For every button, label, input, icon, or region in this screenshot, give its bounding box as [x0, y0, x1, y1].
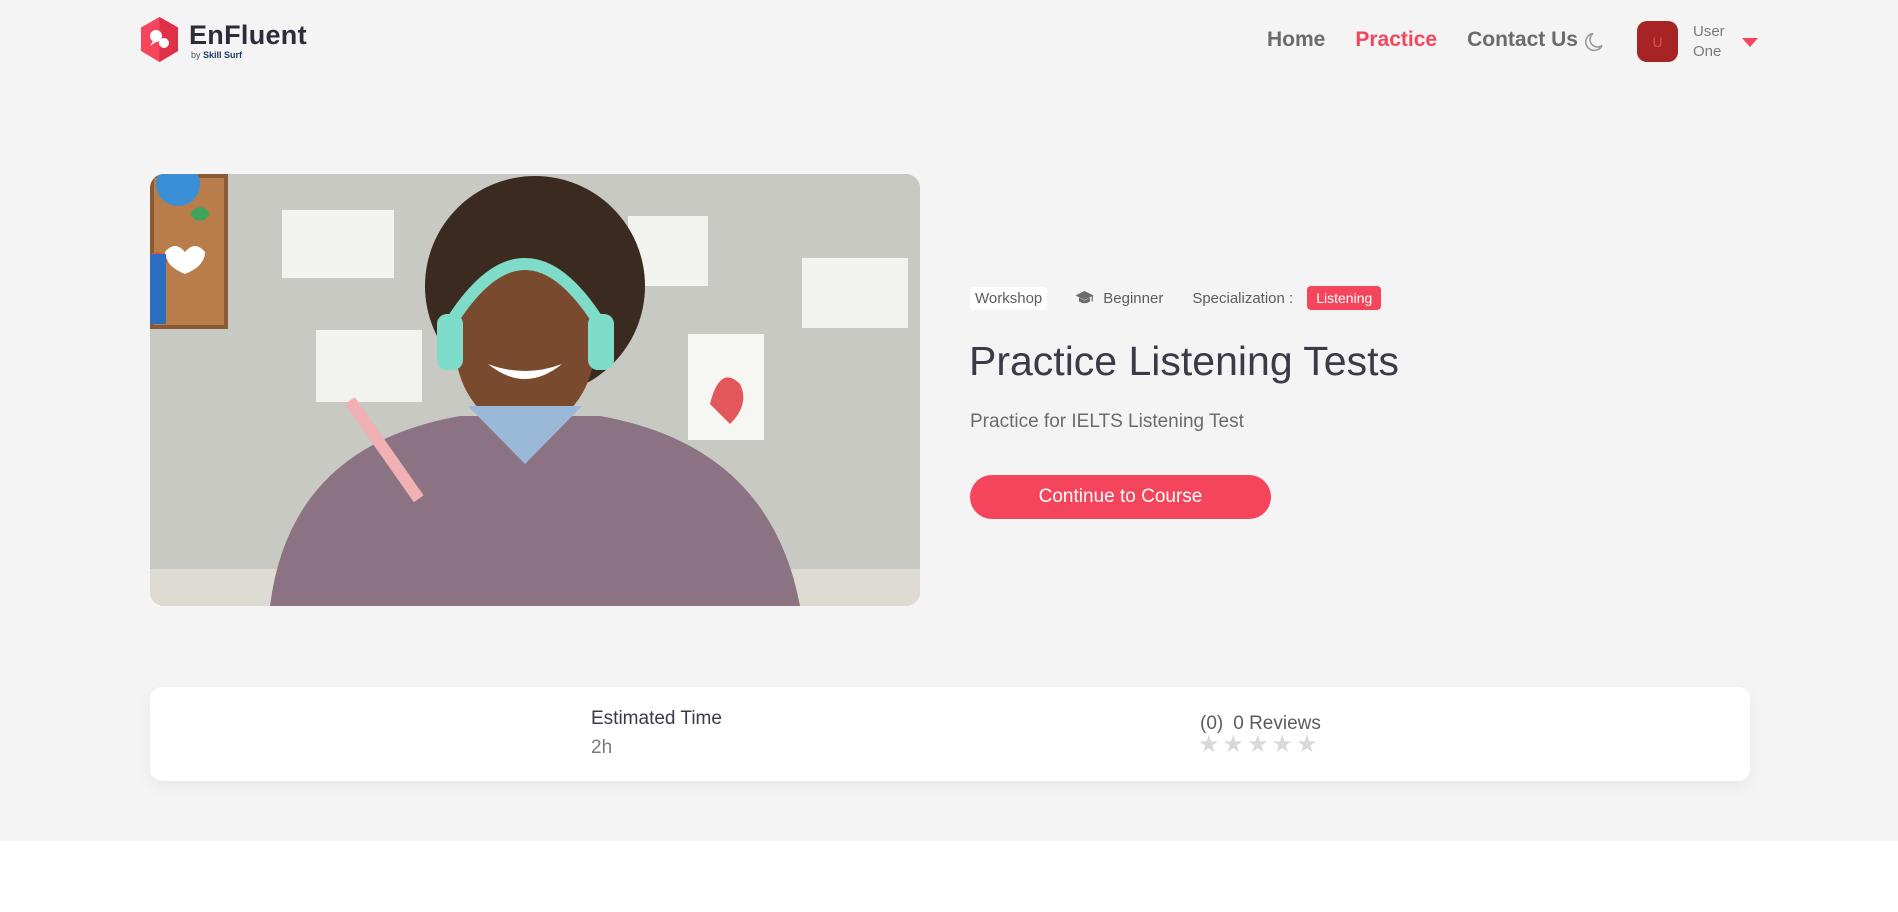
nav-practice[interactable]: Practice: [1355, 28, 1437, 52]
course-stats-card: Estimated Time 2h (0) 0 Reviews ★ ★ ★ ★ ★: [150, 687, 1750, 781]
brand-by: by Skill Surf: [191, 50, 243, 60]
brand-logo[interactable]: EnFluent by Skill Surf: [139, 16, 307, 66]
graduation-cap-icon: [1075, 291, 1094, 304]
nav-home[interactable]: Home: [1267, 28, 1325, 52]
chevron-down-icon[interactable]: [1742, 38, 1758, 47]
course-level: Beginner: [1075, 290, 1163, 307]
specialization-badge: Listening: [1307, 286, 1382, 310]
continue-course-button[interactable]: Continue to Course: [970, 475, 1271, 519]
course-title: Practice Listening Tests: [969, 338, 1399, 384]
star-icon[interactable]: ★: [1223, 733, 1245, 757]
logo-mark-icon: [141, 17, 178, 62]
star-rating[interactable]: ★ ★ ★ ★ ★: [1198, 733, 1318, 757]
moon-icon[interactable]: [1583, 30, 1607, 54]
course-subtitle: Practice for IELTS Listening Test: [970, 411, 1244, 432]
course-type-tag: Workshop: [970, 286, 1048, 310]
brand-name: EnFluent: [189, 20, 307, 50]
course-image: [150, 174, 920, 606]
star-icon[interactable]: ★: [1247, 733, 1269, 757]
course-meta: Workshop Beginner Specialization : Liste…: [970, 286, 1382, 310]
estimated-time-value: 2h: [591, 737, 613, 758]
star-icon[interactable]: ★: [1296, 733, 1318, 757]
star-icon[interactable]: ★: [1198, 733, 1220, 757]
main-nav: Home Practice Contact Us: [1267, 28, 1578, 52]
avatar[interactable]: U: [1637, 21, 1678, 62]
star-icon[interactable]: ★: [1272, 733, 1294, 757]
specialization-label: Specialization :: [1192, 289, 1294, 307]
course-level-label: Beginner: [1103, 289, 1164, 307]
nav-contact-us[interactable]: Contact Us: [1467, 28, 1578, 52]
user-name[interactable]: User One: [1693, 22, 1733, 62]
estimated-time-label: Estimated Time: [591, 708, 722, 729]
